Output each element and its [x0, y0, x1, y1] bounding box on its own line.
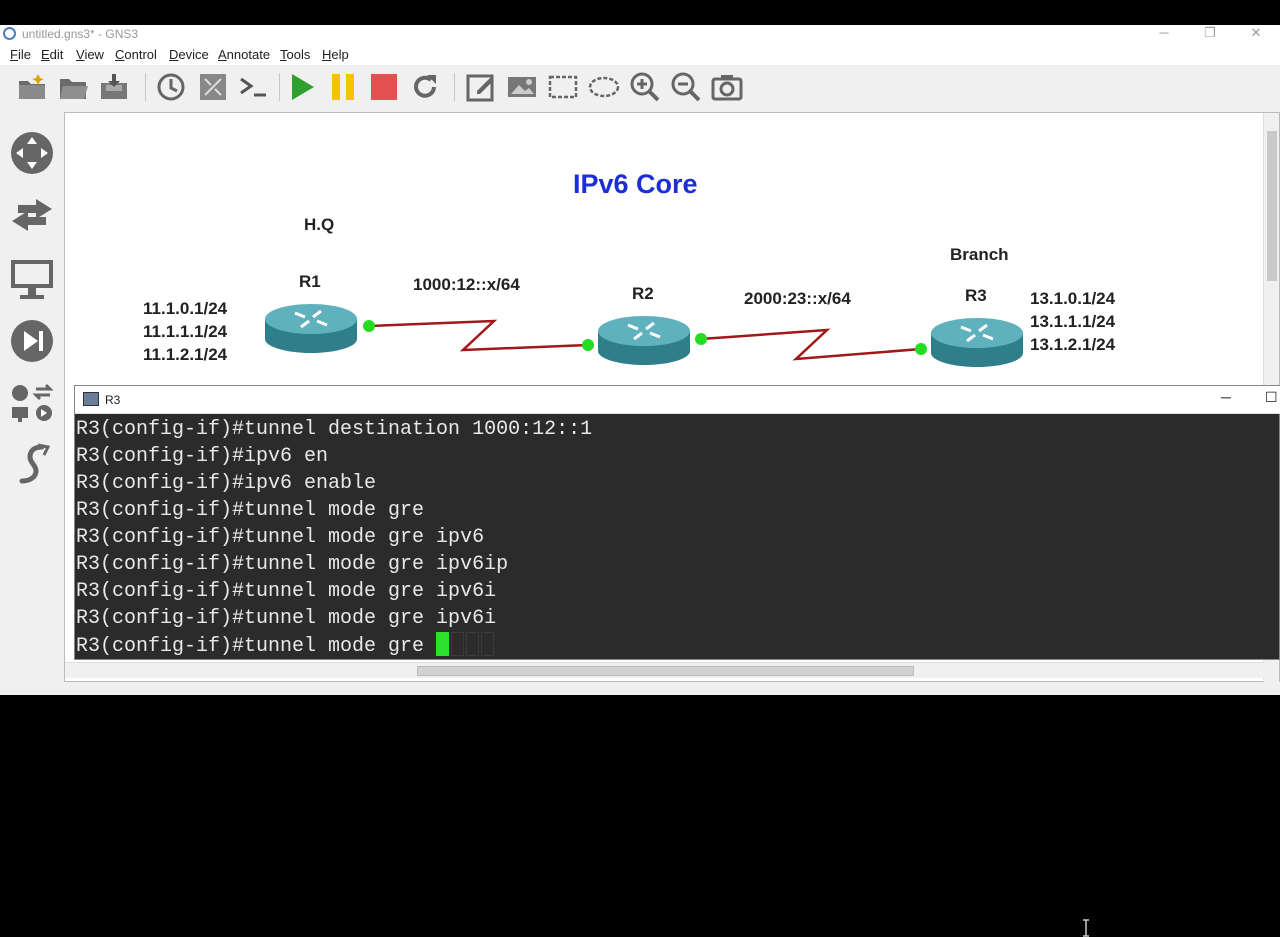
add-note-icon[interactable]	[465, 71, 497, 103]
browse-all-devices-icon[interactable]	[8, 379, 56, 427]
draw-rectangle-icon[interactable]	[547, 71, 579, 103]
r1-network: 11.1.2.1/24	[143, 345, 228, 364]
save-project-icon[interactable]	[98, 71, 130, 103]
r3-networks-note[interactable]: 13.1.0.1/24 13.1.1.1/24 13.1.2.1/24	[1030, 287, 1115, 356]
menu-view[interactable]: View	[76, 47, 104, 62]
r1-networks-note[interactable]: 11.1.0.1/24 11.1.1.1/24 11.1.2.1/24	[143, 297, 227, 366]
zoom-in-icon[interactable]	[629, 71, 661, 103]
console-title-bar: R3 ─ ☐	[75, 386, 1280, 414]
menu-tools[interactable]: Tools	[280, 47, 310, 62]
restore-button[interactable]: ❐	[1187, 25, 1233, 43]
link-r2-r3[interactable]	[700, 328, 922, 361]
router-r1[interactable]	[265, 304, 357, 353]
console-line: R3(config-if)#ipv6 enable	[76, 472, 377, 495]
menu-control[interactable]: Control	[115, 47, 157, 62]
r3-network: 13.1.0.1/24	[1030, 289, 1116, 308]
router-r3[interactable]	[931, 318, 1023, 367]
minimize-button[interactable]: ─	[1141, 25, 1187, 43]
router-r2[interactable]	[598, 316, 690, 365]
console-line: R3(config-if)#tunnel mode gre	[76, 499, 425, 522]
console-title: R3	[105, 393, 121, 407]
device-dock	[0, 111, 64, 695]
console-prompt-line[interactable]: R3(config-if)#tunnel mode gre	[76, 632, 1280, 660]
console-window-r3[interactable]: R3 ─ ☐ R3(config-if)#tunnel destination …	[74, 385, 1280, 937]
toolbar-separator	[145, 73, 146, 101]
menu-annotate[interactable]: Annotate	[218, 47, 270, 62]
zoom-out-icon[interactable]	[670, 71, 702, 103]
show-hide-interfaces-icon[interactable]	[197, 71, 229, 103]
console-output[interactable]: R3(config-if)#tunnel destination 1000:12…	[76, 416, 1280, 660]
menu-file[interactable]: File	[10, 47, 31, 62]
gns3-window: untitled.gns3* - GNS3 ─ ❐ ✕ File Edit Vi…	[0, 25, 1280, 937]
console-line: R3(config-if)#tunnel mode gre ipv6i	[76, 580, 497, 603]
r3-network: 13.1.1.1/24	[1030, 312, 1116, 331]
console-line: R3(config-if)#ipv6 en	[76, 445, 329, 468]
horizontal-scroll-thumb[interactable]	[417, 666, 914, 676]
toolbar-separator	[279, 73, 280, 101]
r1-network: 11.1.1.1/24	[143, 322, 228, 341]
screenshot-icon[interactable]	[711, 71, 743, 103]
router-r2-label[interactable]: R2	[632, 284, 654, 304]
router-r3-label[interactable]: R3	[965, 286, 987, 306]
text-cursor	[436, 632, 450, 656]
gns3-app-icon	[3, 27, 16, 40]
link-label-2[interactable]: 2000:23::x/64	[744, 289, 851, 309]
suspend-all-icon[interactable]	[327, 71, 359, 103]
mouse-ibeam-cursor	[1083, 919, 1089, 937]
console-minimize-button[interactable]: ─	[1221, 389, 1231, 405]
link-label-1[interactable]: 1000:12::x/64	[413, 275, 520, 295]
draw-ellipse-icon[interactable]	[588, 71, 620, 103]
add-link-icon[interactable]	[8, 441, 56, 489]
putty-icon	[83, 392, 99, 406]
snapshot-icon[interactable]	[155, 71, 187, 103]
menu-bar: File Edit View Control Device Annotate T…	[0, 43, 1280, 65]
new-project-icon[interactable]	[16, 71, 48, 103]
r3-network: 13.1.2.1/24	[1030, 335, 1116, 354]
console-line: R3(config-if)#tunnel destination 1000:12…	[76, 418, 593, 441]
r1-network: 11.1.0.1/24	[143, 299, 228, 318]
horizontal-scrollbar[interactable]	[65, 662, 1265, 678]
close-button[interactable]: ✕	[1233, 25, 1279, 43]
port-status-dot	[363, 320, 375, 332]
console-line: R3(config-if)#tunnel mode gre ipv6ip	[76, 553, 509, 576]
console-all-icon[interactable]	[238, 71, 270, 103]
browse-end-devices-icon[interactable]	[8, 255, 56, 303]
toolbar-separator	[454, 73, 455, 101]
menu-help[interactable]: Help	[322, 47, 349, 62]
console-line: R3(config-if)#tunnel mode gre ipv6	[76, 526, 485, 549]
console-prompt: R3(config-if)#tunnel mode gre	[76, 635, 437, 658]
link-r1-r2[interactable]	[368, 319, 589, 352]
open-project-icon[interactable]	[57, 71, 89, 103]
cursor-trail	[451, 632, 465, 656]
window-title: untitled.gns3* - GNS3	[22, 27, 139, 41]
port-status-dot	[915, 343, 927, 355]
start-all-icon[interactable]	[286, 71, 318, 103]
title-bar: untitled.gns3* - GNS3 ─ ❐ ✕	[0, 25, 1280, 43]
insert-picture-icon[interactable]	[506, 71, 538, 103]
browse-security-devices-icon[interactable]	[8, 317, 56, 365]
stop-all-icon[interactable]	[368, 71, 400, 103]
topology-title[interactable]: IPv6 Core	[573, 169, 698, 200]
console-maximize-button[interactable]: ☐	[1265, 389, 1278, 406]
menu-edit[interactable]: Edit	[41, 47, 63, 62]
port-status-dot	[695, 333, 707, 345]
port-status-dot	[582, 339, 594, 351]
router-r1-label[interactable]: R1	[299, 272, 321, 292]
branch-label[interactable]: Branch	[950, 245, 1009, 265]
cursor-trail	[466, 632, 480, 656]
console-line: R3(config-if)#tunnel mode gre ipv6i	[76, 607, 497, 630]
main-toolbar	[0, 65, 1280, 109]
browse-switches-icon[interactable]	[8, 191, 56, 239]
browse-routers-icon[interactable]	[8, 129, 56, 177]
cursor-trail	[481, 632, 495, 656]
vertical-scroll-thumb[interactable]	[1267, 131, 1277, 281]
hq-label[interactable]: H.Q	[304, 215, 334, 235]
menu-device[interactable]: Device	[169, 47, 209, 62]
reload-all-icon[interactable]	[409, 71, 441, 103]
